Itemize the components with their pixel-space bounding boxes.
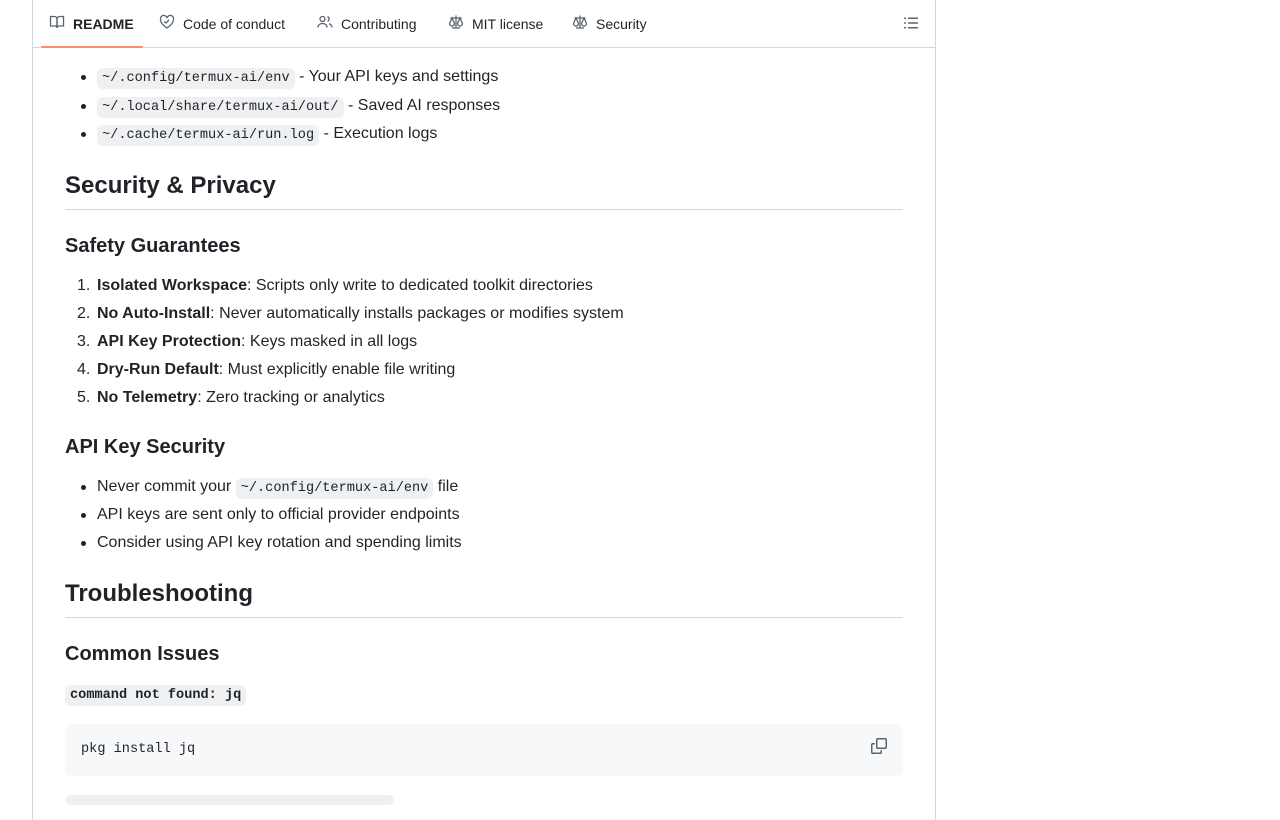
guarantee-title: Dry-Run Default — [97, 361, 219, 378]
list-item: API keys are sent only to official provi… — [65, 503, 903, 527]
issue-title-code: command not found: jq — [65, 685, 247, 706]
guarantee-title: No Auto-Install — [97, 305, 211, 322]
guarantee-text: : Keys masked in all logs — [241, 333, 418, 350]
people-icon — [317, 14, 341, 33]
guarantee-title: API Key Protection — [97, 333, 242, 350]
book-icon — [49, 14, 73, 33]
file-description: - Execution logs — [323, 125, 438, 142]
list-text: Consider using API key rotation and spen… — [97, 534, 462, 551]
scale-icon — [448, 14, 472, 33]
inline-code-partial — [65, 795, 394, 805]
file-path-code: ~/.cache/termux-ai/run.log — [97, 125, 320, 146]
security-privacy-heading: Security & Privacy — [65, 172, 276, 199]
api-key-security-heading: API Key Security — [65, 436, 226, 458]
list-item: 2. No Auto-Install: Never automatically … — [77, 305, 624, 322]
outline-toggle-button[interactable] — [903, 15, 919, 31]
list-item: 1. Isolated Workspace: Scripts only writ… — [77, 277, 593, 294]
list-item: ~/.cache/termux-ai/run.log - Execution l… — [65, 122, 903, 146]
guarantee-title: No Telemetry — [97, 389, 198, 406]
file-description: - Your API keys and settings — [299, 68, 499, 85]
tab-mit-license[interactable]: MIT license — [448, 0, 543, 47]
readme-panel: README Code of conduct Contributing MIT … — [32, 0, 936, 820]
list-item: ~/.config/termux-ai/env - Your API keys … — [65, 65, 903, 89]
tab-code-of-conduct[interactable]: Code of conduct — [159, 0, 285, 47]
list-unordered-icon — [903, 17, 919, 35]
file-description: - Saved AI responses — [348, 97, 501, 114]
tab-security[interactable]: Security — [572, 0, 647, 47]
guarantee-title: Isolated Workspace — [97, 277, 247, 294]
list-item: 3. API Key Protection: Keys masked in al… — [77, 333, 418, 350]
guarantee-text: : Zero tracking or analytics — [197, 389, 385, 406]
guarantee-text: : Scripts only write to dedicated toolki… — [246, 277, 593, 294]
heart-handshake-icon — [159, 14, 183, 33]
list-text: file — [433, 478, 459, 495]
tab-contributing[interactable]: Contributing — [317, 0, 417, 47]
safety-guarantees-heading: Safety Guarantees — [65, 235, 241, 257]
list-item: Never commit your ~/.config/termux-ai/en… — [65, 475, 903, 499]
tab-label: Contributing — [341, 15, 417, 32]
file-path-code: ~/.config/termux-ai/env — [97, 68, 295, 89]
list-text: API keys are sent only to official provi… — [97, 506, 460, 523]
tab-label: README — [73, 15, 134, 32]
common-issues-heading: Common Issues — [65, 643, 220, 665]
list-item: 4. Dry-Run Default: Must explicitly enab… — [77, 361, 456, 378]
troubleshooting-heading: Troubleshooting — [65, 580, 253, 607]
copy-icon — [871, 738, 887, 758]
code-block: pkg install jq — [65, 724, 903, 776]
guarantee-text: : Never automatically installs packages … — [210, 305, 624, 322]
list-item: ~/.local/share/termux-ai/out/ - Saved AI… — [65, 94, 903, 118]
heading-divider — [65, 209, 903, 210]
list-item: Consider using API key rotation and spen… — [65, 531, 903, 555]
tab-readme[interactable]: README — [41, 0, 143, 48]
scale-icon — [572, 14, 596, 33]
copy-button[interactable] — [871, 738, 887, 754]
tab-label: Code of conduct — [183, 15, 285, 32]
file-path-code: ~/.local/share/termux-ai/out/ — [97, 97, 344, 118]
tab-label: MIT license — [472, 15, 544, 32]
issue-title: command not found: jq — [65, 685, 247, 709]
list-text: Never commit your — [97, 478, 236, 495]
file-path-code: ~/.config/termux-ai/env — [235, 478, 434, 499]
tab-label: Security — [596, 15, 647, 32]
heading-divider — [65, 617, 903, 618]
list-item: 5. No Telemetry: Zero tracking or analyt… — [77, 389, 385, 406]
guarantee-text: : Must explicitly enable file writing — [218, 361, 456, 378]
readme-tabs: README Code of conduct Contributing MIT … — [33, 0, 935, 48]
code-block-text[interactable]: pkg install jq — [81, 741, 195, 759]
